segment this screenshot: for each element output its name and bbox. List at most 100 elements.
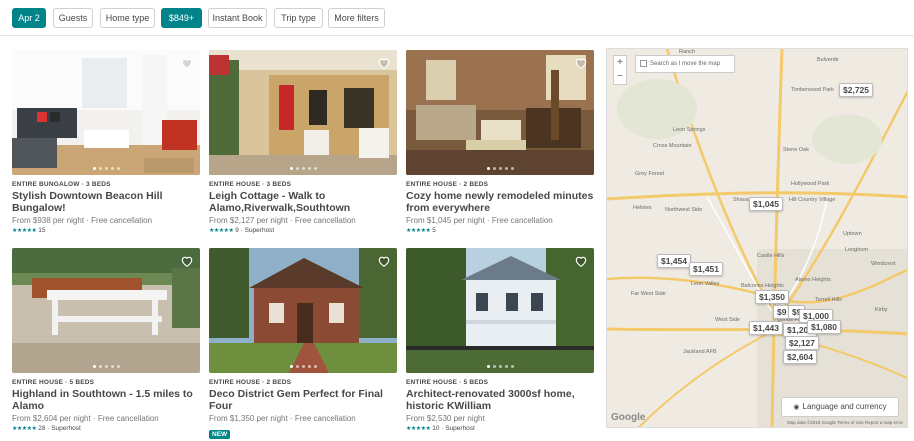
favorite-heart-icon[interactable]: [574, 254, 588, 268]
zoom-control: + −: [613, 55, 627, 85]
listing-title[interactable]: Leigh Cottage - Walk to Alamo,Riverwalk,…: [209, 190, 397, 214]
map-place-label: Alamo Heights: [795, 277, 831, 283]
google-logo: Google: [611, 412, 646, 423]
listing-card[interactable]: ENTIRE HOUSE · 5 BEDS Highland in Southt…: [12, 248, 200, 432]
map-place-label: Bulverde: [817, 57, 839, 63]
map-panel[interactable]: + − Search as I move the map Ranch Bulve…: [606, 48, 908, 428]
more-filters-button[interactable]: More filters: [328, 8, 385, 28]
listing-rating: ★★★★★ 28 · Superhost: [12, 425, 200, 432]
map-place-label: Stone Oak: [783, 147, 809, 153]
map-place-label: Castle Hills: [757, 253, 785, 259]
search-as-move-label: Search as I move the map: [650, 61, 721, 67]
listing-price: From $938 per night · Free cancellation: [12, 216, 153, 225]
favorite-heart-icon[interactable]: [574, 56, 588, 70]
map-price-pin[interactable]: $1,443: [749, 321, 783, 335]
map-place-label: Grey Forest: [635, 171, 665, 177]
listing-photo[interactable]: [406, 50, 594, 175]
globe-icon: ◉: [793, 404, 800, 411]
favorite-heart-icon[interactable]: [377, 56, 391, 70]
listing-photo[interactable]: [406, 248, 594, 373]
listing-card[interactable]: ENTIRE HOUSE · 2 BEDS Cozy home newly re…: [406, 50, 594, 234]
rating-stars-icon: ★★★★★: [209, 228, 234, 234]
listing-price: From $2,530 per night: [406, 414, 485, 423]
listing-rating: ★★★★★ 15: [12, 227, 200, 234]
checkbox-icon: [640, 59, 647, 67]
review-count: 5: [432, 227, 436, 234]
rating-stars-icon: ★★★★★: [406, 228, 431, 234]
photo-dots: [209, 365, 397, 368]
instant-book-filter-button[interactable]: Instant Book: [208, 8, 267, 28]
home-type-filter-button[interactable]: Home type: [100, 8, 155, 28]
map-price-pin[interactable]: $2,725: [839, 83, 873, 97]
listing-price: From $2,127 per night · Free cancellatio…: [209, 216, 356, 225]
map-place-label: Far West Side: [631, 291, 666, 297]
listing-title[interactable]: Stylish Downtown Beacon Hill Bungalow!: [12, 190, 200, 214]
listing-photo[interactable]: [12, 50, 200, 175]
review-count: 15: [38, 227, 46, 234]
map-place-label: Kirby: [875, 307, 888, 313]
rating-stars-icon: ★★★★★: [12, 426, 37, 432]
map-price-pin[interactable]: $1,451: [689, 262, 723, 276]
listing-type: ENTIRE HOUSE · 5 BEDS: [12, 379, 95, 386]
map-place-label: Windcrest: [871, 261, 896, 267]
language-currency-button[interactable]: ◉ Language and currency: [781, 397, 899, 417]
listing-photo[interactable]: [209, 248, 397, 373]
listing-title[interactable]: Highland in Southtown - 1.5 miles to Ala…: [12, 388, 200, 412]
listing-rating: ★★★★★ 10 · Superhost: [406, 425, 594, 432]
zoom-in-button[interactable]: +: [614, 56, 626, 70]
price-filter-button[interactable]: $849+: [161, 8, 202, 28]
trip-type-filter-button[interactable]: Trip type: [274, 8, 323, 28]
listing-rating: ★★★★★ 9 · Superhost: [209, 227, 397, 234]
listing-price: From $1,045 per night · Free cancellatio…: [406, 216, 553, 225]
map-place-label: Balcones Heights: [741, 283, 784, 289]
listing-type: ENTIRE HOUSE · 5 BEDS: [406, 379, 489, 386]
map-attribution[interactable]: Map data ©2018 Google Terms of Use Repor…: [787, 420, 903, 425]
listing-card[interactable]: ENTIRE BUNGALOW · 3 BEDS Stylish Downtow…: [12, 50, 200, 234]
map-place-label: West Side: [715, 317, 740, 323]
map-place-label: Uptown: [843, 231, 862, 237]
map-roads: [607, 49, 907, 427]
map-place-label: Helotes: [633, 205, 652, 211]
rating-stars-icon: ★★★★★: [12, 228, 37, 234]
search-as-move-checkbox[interactable]: Search as I move the map: [635, 55, 735, 73]
filter-bar: Apr 2 Guests Home type $849+ Instant Boo…: [0, 0, 914, 36]
listing-title[interactable]: Architect-renovated 3000sf home, histori…: [406, 388, 594, 412]
map-price-pin[interactable]: $2,604: [783, 350, 817, 364]
map-place-label: Leon Springs: [673, 127, 706, 133]
map-place-label: Leon Valley: [691, 281, 720, 287]
listing-type: ENTIRE HOUSE · 3 BEDS: [209, 181, 292, 188]
listing-photo[interactable]: [12, 248, 200, 373]
map-place-label: Hill Country Village: [789, 197, 836, 203]
guests-filter-button[interactable]: Guests: [53, 8, 93, 28]
favorite-heart-icon[interactable]: [180, 56, 194, 70]
map-price-pin[interactable]: $1,045: [749, 197, 783, 211]
map-place-label: Cross Mountain: [653, 143, 692, 149]
zoom-out-button[interactable]: −: [614, 70, 626, 84]
favorite-heart-icon[interactable]: [377, 254, 391, 268]
listing-type: ENTIRE BUNGALOW · 3 BEDS: [12, 181, 111, 188]
map-place-label: Timberwood Park: [791, 87, 834, 93]
rating-stars-icon: ★★★★★: [406, 426, 431, 432]
map-place-label: Terrell Hills: [815, 297, 842, 303]
listing-card[interactable]: ENTIRE HOUSE · 5 BEDS Architect-renovate…: [406, 248, 594, 432]
map-price-pin[interactable]: $1,454: [657, 254, 691, 268]
photo-dots: [406, 167, 594, 170]
map-price-pin[interactable]: $2,127: [785, 336, 819, 350]
map-place-label: Northwest Side: [665, 207, 703, 213]
listing-photo[interactable]: [209, 50, 397, 175]
map-place-label: Jackland AFB: [683, 349, 717, 355]
favorite-heart-icon[interactable]: [180, 254, 194, 268]
listing-rating: ★★★★★ 5: [406, 227, 594, 234]
language-currency-label: Language and currency: [802, 402, 887, 411]
listing-title[interactable]: Deco District Gem Perfect for Final Four: [209, 388, 397, 412]
listing-card[interactable]: ENTIRE HOUSE · 2 BEDS Deco District Gem …: [209, 248, 397, 441]
listing-type: ENTIRE HOUSE · 2 BEDS: [209, 379, 292, 386]
listing-card[interactable]: ENTIRE HOUSE · 3 BEDS Leigh Cottage - Wa…: [209, 50, 397, 234]
listing-price: From $2,604 per night · Free cancellatio…: [12, 414, 159, 423]
listing-title[interactable]: Cozy home newly remodeled minutes from e…: [406, 190, 594, 214]
map-price-pin[interactable]: $1,080: [807, 320, 841, 334]
map-place-label: Longhorn: [845, 247, 869, 253]
map-price-pin[interactable]: $1,350: [755, 290, 789, 304]
photo-dots: [209, 167, 397, 170]
date-filter-button[interactable]: Apr 2: [12, 8, 46, 28]
